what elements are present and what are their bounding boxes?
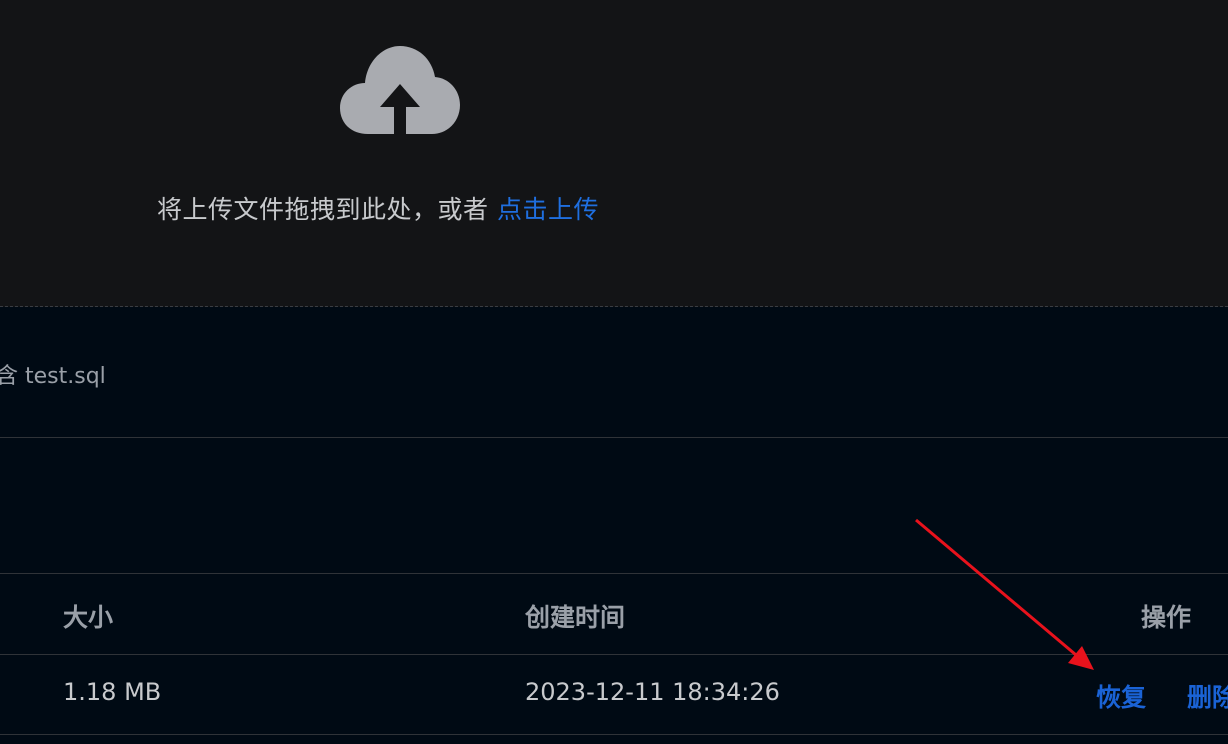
upload-instruction-text: 将上传文件拖拽到此处，或者 xyxy=(157,195,489,224)
column-header-created: 创建时间 xyxy=(525,603,626,632)
click-upload-link[interactable]: 点击上传 xyxy=(497,195,599,224)
section-divider xyxy=(0,437,1228,438)
created-time: 2023-12-11 18:34:26 xyxy=(525,678,780,706)
file-size: 1.18 MB xyxy=(63,678,162,706)
column-header-size: 大小 xyxy=(63,603,114,632)
file-hint-text: 含 test.sql xyxy=(0,364,106,389)
cloud-upload-icon xyxy=(340,46,460,136)
table-row-border xyxy=(0,734,1228,735)
restore-button[interactable]: 恢复 xyxy=(1096,678,1146,714)
upload-instruction: 将上传文件拖拽到此处，或者 点击上传 xyxy=(157,190,599,226)
upload-dropzone[interactable]: 将上传文件拖拽到此处，或者 点击上传 xyxy=(0,0,1228,307)
column-header-actions: 操作 xyxy=(1141,603,1192,632)
delete-button[interactable]: 删除 xyxy=(1187,678,1228,714)
annotation-arrow-icon xyxy=(915,518,1094,670)
